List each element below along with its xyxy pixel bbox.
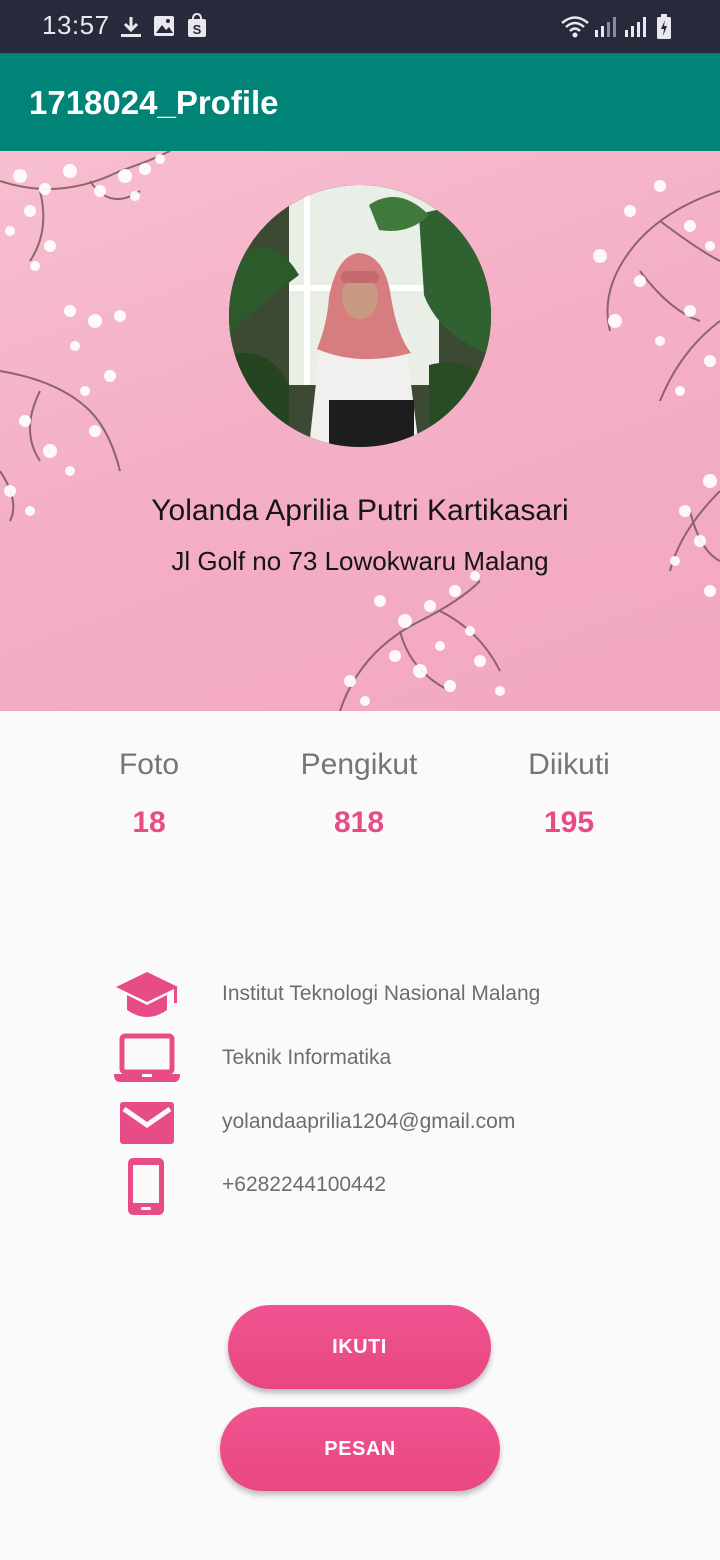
info-row-major: Teknik Informatika: [112, 1030, 672, 1090]
stat-label: Diikuti: [528, 748, 610, 781]
wifi-icon: [561, 16, 589, 38]
info-row-phone: +6282244100442: [112, 1157, 672, 1217]
info-text[interactable]: yolandaaprilia1204@gmail.com: [222, 1110, 515, 1134]
status-bar: 13:57 S: [0, 0, 720, 53]
follow-button[interactable]: IKUTI: [228, 1305, 491, 1389]
profile-name: Yolanda Aprilia Putri Kartikasari: [151, 494, 569, 527]
status-time: 13:57: [42, 10, 110, 40]
status-system-icons: [560, 12, 720, 42]
stat-value: 18: [132, 806, 166, 839]
stat-value: 195: [543, 806, 595, 839]
laptop-icon: [114, 1033, 180, 1082]
app-bar: 1718024_Profile: [0, 53, 720, 151]
download-icon: [121, 17, 141, 37]
profile-avatar[interactable]: [229, 185, 491, 447]
message-button[interactable]: PESAN: [220, 1407, 500, 1491]
signal-icon: [625, 17, 646, 37]
avatar-photo: [229, 185, 491, 447]
email-icon: [120, 1102, 174, 1144]
stat-value: 818: [333, 806, 385, 839]
shop-icon: S: [188, 12, 206, 37]
stat-followers[interactable]: Pengikut 818: [259, 748, 459, 840]
app-title: 1718024_Profile: [29, 84, 279, 121]
info-text[interactable]: +6282244100442: [222, 1173, 386, 1197]
profile-header: Yolanda Aprilia Putri Kartikasari Jl Gol…: [0, 151, 720, 711]
signal-icon: [595, 17, 616, 37]
phone-icon: [128, 1158, 164, 1215]
battery-icon: [657, 14, 671, 39]
image-icon: [154, 16, 174, 36]
info-row-institution: Institut Teknologi Nasional Malang: [112, 966, 672, 1026]
info-text: Teknik Informatika: [222, 1046, 392, 1069]
stat-following[interactable]: Diikuti 195: [469, 748, 669, 840]
info-row-email: yolandaaprilia1204@gmail.com: [112, 1094, 672, 1154]
stat-photos[interactable]: Foto 18: [49, 748, 249, 840]
profile-address: Jl Golf no 73 Lowokwaru Malang: [171, 546, 549, 576]
stat-label: Pengikut: [300, 748, 418, 781]
stat-label: Foto: [118, 748, 180, 781]
info-text: Institut Teknologi Nasional Malang: [222, 982, 541, 1005]
svg-text:S: S: [193, 22, 202, 37]
graduation-cap-icon: [116, 972, 178, 1017]
